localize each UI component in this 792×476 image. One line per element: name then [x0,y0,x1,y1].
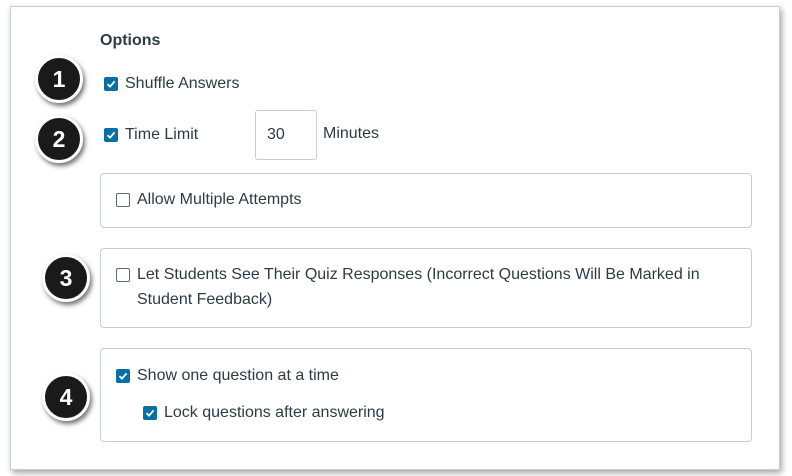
time-limit-option[interactable]: Time Limit [104,126,198,144]
multiple-attempts-label: Allow Multiple Attempts [137,191,302,208]
shuffle-answers-option[interactable]: Shuffle Answers [104,75,239,93]
shuffle-answers-label: Shuffle Answers [125,75,240,92]
time-limit-minutes-input[interactable] [255,110,317,160]
time-limit-checkbox[interactable] [104,128,118,142]
one-question-checkbox[interactable] [116,369,130,383]
time-limit-label: Time Limit [125,126,199,143]
checkmark-icon [106,131,116,139]
see-responses-label: Let Students See Their Quiz Responses (I… [137,266,700,308]
step-badge-2: 2 [35,115,83,163]
multiple-attempts-option[interactable]: Allow Multiple Attempts [116,191,302,209]
one-question-box [100,348,752,442]
lock-questions-checkbox[interactable] [143,406,157,420]
minutes-label: Minutes [323,125,380,142]
one-question-option[interactable]: Show one question at a time [116,367,339,385]
step-badge-4: 4 [42,373,90,421]
shuffle-answers-checkbox[interactable] [104,77,118,91]
one-question-label: Show one question at a time [137,367,339,384]
checkmark-icon [118,372,128,380]
see-responses-checkbox[interactable] [116,268,130,282]
multiple-attempts-checkbox[interactable] [116,193,130,207]
see-responses-option[interactable]: Let Students See Their Quiz Responses (I… [116,262,736,312]
step-badge-3: 3 [42,254,90,302]
options-heading: Options [100,32,161,49]
lock-questions-option[interactable]: Lock questions after answering [143,404,385,422]
checkmark-icon [106,80,116,88]
checkmark-icon [145,409,155,417]
lock-questions-label: Lock questions after answering [164,404,385,421]
step-badge-1: 1 [35,55,83,103]
